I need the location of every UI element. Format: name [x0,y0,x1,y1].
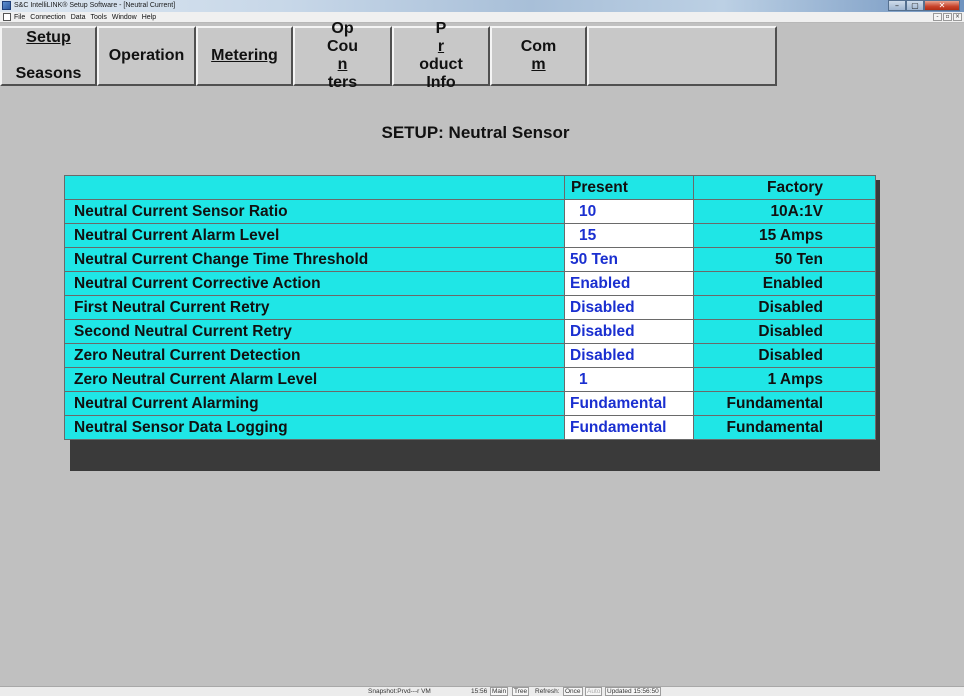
document-icon[interactable] [3,13,11,21]
menu-connection[interactable]: Connection [30,13,65,22]
table-row: Neutral Current Sensor Ratio 10 10A:1V [64,199,876,224]
operation-button[interactable]: Operation [97,26,196,86]
present-value[interactable]: 15 [564,223,694,248]
factory-value: Fundamental [693,415,876,440]
present-value[interactable]: Enabled [564,271,694,296]
factory-value: 50 Ten [693,247,876,272]
present-value[interactable]: Disabled [564,295,694,320]
setting-label: Neutral Current Sensor Ratio [64,199,565,224]
table-row: Neutral Current Alarming Fundamental Fun… [64,391,876,416]
factory-value: Disabled [693,319,876,344]
title-bar: S&C IntelliLINK® Setup Software - [Neutr… [0,0,964,12]
setup-seasons-label-line1: Setup [26,29,71,46]
table-row: Neutral Current Alarm Level 15 15 Amps [64,223,876,248]
present-value[interactable]: 1 [564,367,694,392]
main-button[interactable]: Main [490,687,509,696]
op-counters-button[interactable]: Op Cou n ters [293,20,392,91]
setting-label: Neutral Current Alarm Level [64,223,565,248]
setting-label: Neutral Current Alarming [64,391,565,416]
factory-value: Fundamental [693,391,876,416]
doc-minimize-button[interactable]: - [933,13,942,21]
setting-label: Neutral Current Corrective Action [64,271,565,296]
comm-button[interactable]: Com m [490,26,587,86]
app-icon [2,1,11,10]
table-header-row: Present Factory [64,175,876,200]
menu-bar: File Connection Data Tools Window Help -… [0,12,964,23]
doc-close-button[interactable]: × [953,13,962,21]
setting-label: First Neutral Current Retry [64,295,565,320]
refresh-once-button[interactable]: Once [563,687,583,696]
minimize-button[interactable]: – [888,0,906,11]
table-row: Zero Neutral Current Alarm Level 1 1 Amp… [64,367,876,392]
close-button[interactable]: ✕ [924,0,960,11]
menu-data[interactable]: Data [71,13,86,22]
document-window-controls: - ▫ × [932,13,962,21]
snapshot-status: Snapshot:Prvd---r VM [368,688,431,695]
present-header: Present [564,175,694,200]
table-row: First Neutral Current Retry Disabled Dis… [64,295,876,320]
setup-seasons-button[interactable]: Setup Seasons [0,26,97,86]
present-value[interactable]: 50 Ten [564,247,694,272]
setting-header [64,175,565,200]
page-title: SETUP: Neutral Sensor [381,123,570,142]
window-controls: – ▢ ✕ [888,0,960,12]
menu-help[interactable]: Help [142,13,156,22]
factory-value: Disabled [693,343,876,368]
table-row: Neutral Sensor Data Logging Fundamental … [64,415,876,440]
table-row: Neutral Current Change Time Threshold 50… [64,247,876,272]
status-time: 15:56 [471,688,488,695]
factory-header: Factory [693,175,876,200]
present-value[interactable]: Disabled [564,343,694,368]
menu-tools[interactable]: Tools [91,13,107,22]
setting-label: Zero Neutral Current Alarm Level [64,367,565,392]
table-row: Second Neutral Current Retry Disabled Di… [64,319,876,344]
refresh-label: Refresh: [535,688,560,695]
present-value[interactable]: Fundamental [564,415,694,440]
metering-button[interactable]: Metering [196,26,293,86]
refresh-auto-button[interactable]: Auto [585,687,603,696]
setting-label: Neutral Current Change Time Threshold [64,247,565,272]
operation-label: Operation [108,47,185,64]
maximize-button[interactable]: ▢ [906,0,924,11]
factory-value: Disabled [693,295,876,320]
present-value[interactable]: 10 [564,199,694,224]
factory-value: 15 Amps [693,223,876,248]
setting-label: Neutral Sensor Data Logging [64,415,565,440]
table-row: Neutral Current Corrective Action Enable… [64,271,876,296]
status-bar: Snapshot:Prvd---r VM 15:56 Main Tree Ref… [0,686,964,696]
menu-file[interactable]: File [14,13,25,22]
comm-label: Com m [520,38,557,73]
product-info-label: Pr oduct Info [419,20,463,91]
present-value[interactable]: Disabled [564,319,694,344]
product-info-button[interactable]: Pr oduct Info [392,20,490,91]
metering-label: Metering [211,47,278,64]
window-title: S&C IntelliLINK® Setup Software - [Neutr… [14,2,176,9]
blank-button[interactable] [587,26,777,86]
tree-button[interactable]: Tree [512,687,530,696]
factory-value: Enabled [693,271,876,296]
menu-window[interactable]: Window [112,13,137,22]
factory-value: 10A:1V [693,199,876,224]
op-counters-label: Op Cou n ters [326,20,359,91]
screen-toolbar: Setup Seasons Operation Metering Op Cou n te… [0,20,964,91]
neutral-sensor-table: Present Factory Neutral Current Sensor R… [64,175,876,440]
doc-restore-button[interactable]: ▫ [943,13,952,21]
present-value[interactable]: Fundamental [564,391,694,416]
setting-label: Second Neutral Current Retry [64,319,565,344]
table-row: Zero Neutral Current Detection Disabled … [64,343,876,368]
factory-value: 1 Amps [693,367,876,392]
updated-status: Updated 15:56:50 [605,687,661,696]
setup-seasons-label-line2: Seasons [15,65,82,82]
setting-label: Zero Neutral Current Detection [64,343,565,368]
